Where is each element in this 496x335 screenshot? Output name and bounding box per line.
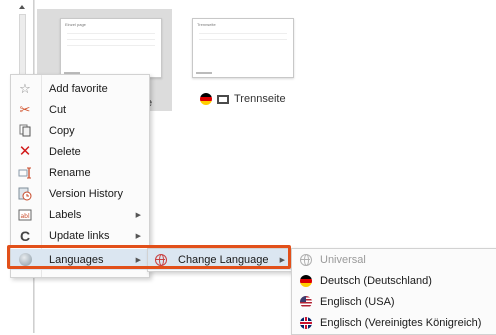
menu-item-cut[interactable]: ✂ Cut bbox=[11, 99, 149, 120]
menu-item-englisch-usa[interactable]: Englisch (USA) bbox=[292, 291, 496, 312]
menu-item-label: Rename bbox=[49, 166, 91, 179]
menu-item-label: Deutsch (Deutschland) bbox=[320, 274, 432, 287]
flag-uk-icon bbox=[299, 316, 313, 330]
tile-label-row[interactable]: Trennseite bbox=[200, 92, 286, 106]
menu-item-label: Add favorite bbox=[49, 82, 108, 95]
svg-text:abl: abl bbox=[21, 213, 30, 220]
page-thumbnail[interactable]: Einzel page bbox=[60, 18, 162, 78]
thumbnail-title: Trennseite bbox=[197, 22, 216, 27]
menu-item-deutsch-deutschland[interactable]: Deutsch (Deutschland) bbox=[292, 270, 496, 291]
update-links-icon: C bbox=[19, 227, 31, 244]
menu-item-label: Cut bbox=[49, 103, 67, 116]
menu-item-label: Update links bbox=[49, 229, 110, 242]
scroll-up-arrow-icon[interactable] bbox=[17, 2, 27, 12]
menu-item-label: Englisch (USA) bbox=[320, 295, 395, 308]
delete-x-icon: ✕ bbox=[18, 143, 32, 160]
menu-item-universal[interactable]: Universal bbox=[292, 249, 496, 270]
menu-item-delete[interactable]: ✕ Delete bbox=[11, 141, 149, 162]
menu-item-rename[interactable]: Rename bbox=[11, 162, 149, 183]
menu-item-add-favorite[interactable]: ☆ Add favorite bbox=[11, 78, 149, 99]
scissors-icon: ✂ bbox=[19, 102, 31, 117]
menu-item-version-history[interactable]: Version History bbox=[11, 183, 149, 204]
flag-usa-icon bbox=[299, 295, 313, 309]
flag-germany-icon bbox=[200, 93, 212, 105]
menu-item-englisch-uk[interactable]: Englisch (Vereinigtes Königreich) bbox=[292, 312, 496, 333]
change-language-submenu: Universal Deutsch (Deutschland) Englisch… bbox=[291, 248, 496, 335]
page-thumbnail[interactable]: Trennseite bbox=[192, 18, 294, 78]
menu-item-update-links[interactable]: C Update links ▶ bbox=[11, 225, 149, 246]
copy-icon bbox=[18, 124, 32, 138]
page-icon bbox=[217, 94, 229, 104]
flag-germany-icon bbox=[299, 274, 313, 288]
globe-icon bbox=[299, 253, 313, 267]
version-history-icon bbox=[18, 187, 32, 201]
star-icon: ☆ bbox=[19, 81, 31, 96]
menu-item-label: Delete bbox=[49, 145, 81, 158]
menu-item-label: Copy bbox=[49, 124, 75, 137]
menu-item-label: Universal bbox=[320, 253, 366, 266]
menu-item-label: Englisch (Vereinigtes Königreich) bbox=[320, 316, 482, 329]
annotation-highlight-box bbox=[7, 245, 291, 269]
rename-icon bbox=[18, 166, 32, 180]
tile-label: Trennseite bbox=[234, 93, 286, 105]
thumbnail-title: Einzel page bbox=[65, 22, 86, 27]
labels-icon: abl bbox=[18, 208, 32, 222]
submenu-arrow-icon: ▶ bbox=[135, 211, 141, 219]
menu-item-labels[interactable]: abl Labels ▶ bbox=[11, 204, 149, 225]
submenu-arrow-icon: ▶ bbox=[135, 232, 141, 240]
menu-item-label: Labels bbox=[49, 208, 82, 221]
menu-item-label: Version History bbox=[49, 187, 123, 200]
menu-item-copy[interactable]: Copy bbox=[11, 120, 149, 141]
